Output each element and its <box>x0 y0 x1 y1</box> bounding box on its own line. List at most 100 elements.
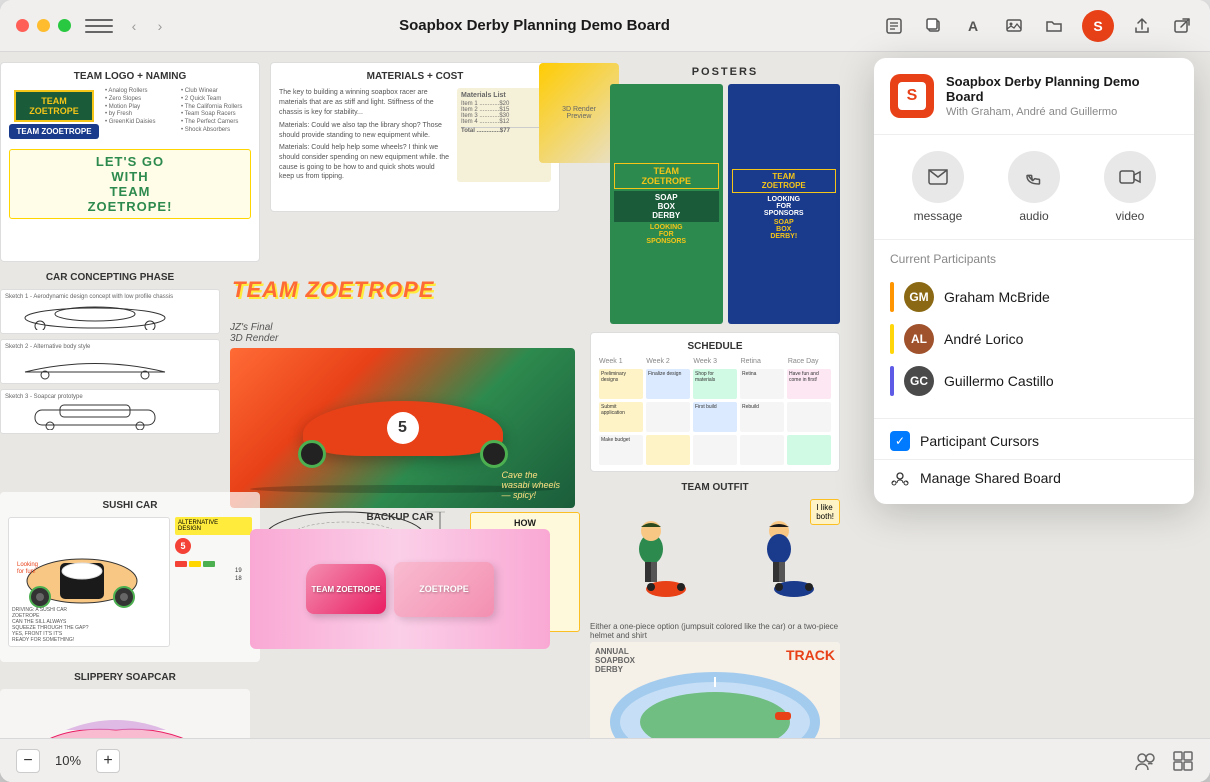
manage-shared-board-row[interactable]: Manage Shared Board <box>874 459 1194 504</box>
materials-title: MATERIALS + COST <box>279 71 551 82</box>
svg-text:Looking: Looking <box>17 562 38 568</box>
poster-blue-1: TEAMZOETROPE LOOKINGFORSPONSORS SOAPBOXD… <box>728 84 841 324</box>
section-materials: MATERIALS + COST The key to building a w… <box>270 62 560 212</box>
manage-shared-board-label: Manage Shared Board <box>920 470 1061 486</box>
zoom-in-button[interactable]: + <box>96 749 120 773</box>
message-icon-circle <box>912 151 964 203</box>
video-action-button[interactable]: video <box>1104 151 1156 223</box>
car-concepting-title: CAR CONCEPTING PHASE <box>0 272 220 283</box>
team-zoetrope-banner: TEAM ZOETROPE <box>232 277 434 303</box>
section-sushi-car: SUSHI CAR <box>0 492 260 662</box>
image-icon[interactable] <box>1002 14 1026 38</box>
popup-app-icon: S <box>890 74 934 118</box>
popup-title-group: Soapbox Derby Planning Demo Board With G… <box>946 74 1178 118</box>
car-number: 5 <box>387 412 419 444</box>
backup-car-title: BACKUP CAR <box>250 512 550 523</box>
schedule-title: SCHEDULE <box>599 341 831 352</box>
zoom-out-button[interactable]: − <box>16 749 40 773</box>
action-buttons-row: message audio video <box>874 135 1194 240</box>
posters-section-label: POSTERS TEAMZOETROPE SOAPBOXDERBY LOOKIN… <box>610 66 840 324</box>
app-window: ‹ › Soapbox Derby Planning Demo Board <box>0 0 1210 782</box>
participant-graham[interactable]: GM Graham McBride <box>890 276 1178 318</box>
maximize-button[interactable] <box>58 19 71 32</box>
outfit-title: TEAM OUTFIT <box>590 482 840 493</box>
window-title: Soapbox Derby Planning Demo Board <box>187 17 882 34</box>
nav-arrows: ‹ › <box>123 15 171 37</box>
traffic-lights <box>16 19 71 32</box>
share-icon[interactable] <box>1130 14 1154 38</box>
backup-car-image: TEAM ZOETROPE ZOETROPE <box>250 529 550 649</box>
participant-indicator-blue <box>890 366 894 396</box>
close-button[interactable] <box>16 19 29 32</box>
svg-text:A: A <box>968 18 978 34</box>
team-logo-title: TEAM LOGO + NAMING <box>9 71 251 82</box>
banner-text: TEAM ZOETROPE <box>232 277 434 303</box>
titlebar: ‹ › Soapbox Derby Planning Demo Board <box>0 0 1210 52</box>
zoom-controls: − 10% + <box>16 749 120 773</box>
popup-board-subtitle: With Graham, André and Guillermo <box>946 106 1178 118</box>
sidebar-toggle-line <box>85 19 113 21</box>
poster-green-1: TEAMZOETROPE SOAPBOXDERBY LOOKINGFORSPON… <box>610 84 723 324</box>
manage-board-icon <box>890 468 910 488</box>
audio-action-label: audio <box>1019 209 1048 223</box>
back-button[interactable]: ‹ <box>123 15 145 37</box>
avatar-graham: GM <box>904 282 934 312</box>
folder-icon[interactable] <box>1042 14 1066 38</box>
section-3d-render: JZ's Final3D Render 5 <box>230 322 575 502</box>
svg-text:for fun!: for fun! <box>17 569 36 575</box>
message-action-label: message <box>914 209 963 223</box>
section-team-logo: TEAM LOGO + NAMING TEAMZOETROPE TEAM ZOO… <box>0 62 260 262</box>
popup-header: S Soapbox Derby Planning Demo Board With… <box>874 58 1194 135</box>
render-car-3d: 5 Cave thewasabi wheels— spicy! <box>230 348 575 508</box>
zoom-level-display: 10% <box>48 753 88 768</box>
section-backup-car: BACKUP CAR TEAM ZOETROPE ZOETROPE <box>250 512 550 672</box>
cursors-label: Participant Cursors <box>920 433 1039 449</box>
participant-cursors-row[interactable]: ✓ Participant Cursors <box>874 423 1194 459</box>
section-car-concepting: CAR CONCEPTING PHASE Sketch 1 - Aerodyna… <box>0 272 220 472</box>
external-link-icon[interactable] <box>1170 14 1194 38</box>
avatar-andre: AL <box>904 324 934 354</box>
participant-name-guillermo: Guillermo Castillo <box>944 373 1054 389</box>
bottom-right-controls <box>1134 750 1194 772</box>
grid-view-icon[interactable] <box>1172 750 1194 772</box>
participant-indicator-yellow <box>890 324 894 354</box>
divider-1 <box>874 418 1194 419</box>
text-icon[interactable]: A <box>962 14 986 38</box>
popup-board-name: Soapbox Derby Planning Demo Board <box>946 74 1178 104</box>
participant-andre[interactable]: AL André Lorico <box>890 318 1178 360</box>
sidebar-toggle-button[interactable] <box>85 15 113 37</box>
participants-heading: Current Participants <box>890 252 1178 266</box>
app-icon-letter: S <box>907 87 918 105</box>
slippery-title: SLIPPERY SOAPCAR <box>0 672 250 683</box>
sidebar-toggle-line <box>85 31 113 33</box>
participant-guillermo[interactable]: GC Guillermo Castillo <box>890 360 1178 402</box>
participant-name-andre: André Lorico <box>944 331 1023 347</box>
video-icon-circle <box>1104 151 1156 203</box>
user-avatar-button[interactable]: S <box>1082 10 1114 42</box>
team-zoetrope-logo-blue: TEAM ZOOETROPE <box>9 124 99 139</box>
message-action-button[interactable]: message <box>912 151 964 223</box>
cursors-checkbox[interactable]: ✓ <box>890 431 910 451</box>
svg-text:19: 19 <box>235 568 242 574</box>
audio-icon-circle <box>1008 151 1060 203</box>
sushi-car-title: SUSHI CAR <box>8 500 252 511</box>
notes-icon[interactable] <box>882 14 906 38</box>
section-schedule: SCHEDULE Week 1 Week 2 Week 3 Retina Rac… <box>590 332 840 472</box>
audio-action-button[interactable]: audio <box>1008 151 1060 223</box>
svg-text:18: 18 <box>235 576 242 582</box>
avatar-guillermo: GC <box>904 366 934 396</box>
toolbar-right: A S <box>882 10 1194 42</box>
minimize-button[interactable] <box>37 19 50 32</box>
participants-section: Current Participants GM Graham McBride A… <box>874 240 1194 414</box>
participant-name-graham: Graham McBride <box>944 289 1050 305</box>
app-icon-inner: S <box>898 82 926 110</box>
duplicate-icon[interactable] <box>922 14 946 38</box>
collaboration-popup: S Soapbox Derby Planning Demo Board With… <box>874 58 1194 504</box>
section-team-outfit: TEAM OUTFIT <box>590 482 840 632</box>
sidebar-toggle-line <box>85 25 113 27</box>
forward-button[interactable]: › <box>149 15 171 37</box>
bottom-bar: − 10% + <box>0 738 1210 782</box>
video-action-label: video <box>1116 209 1145 223</box>
participant-indicator-orange <box>890 282 894 312</box>
collaborators-icon[interactable] <box>1134 750 1156 772</box>
